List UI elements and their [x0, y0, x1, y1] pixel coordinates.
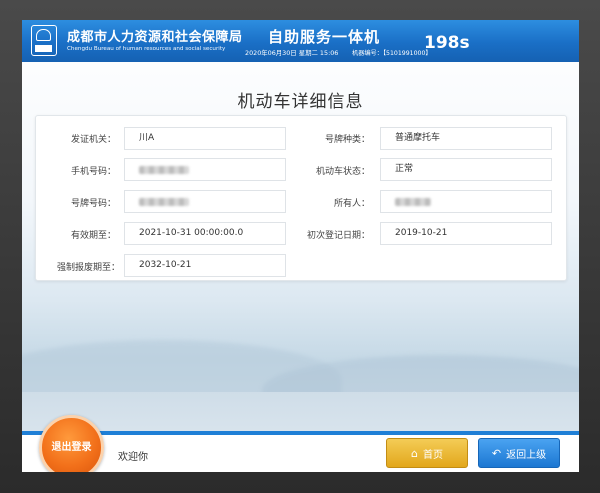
vehicle-info-panel: 发证机关： 川A 号牌种类： 普通摩托车 手机号码： 机动车状态： 正常 号牌号… — [35, 115, 567, 281]
field-label-owner: 所有人： — [333, 199, 370, 209]
back-button-label: 返回上级 — [506, 449, 547, 461]
field-value-vehicle-status: 正常 — [380, 158, 552, 181]
field-value-plate-no — [124, 190, 286, 213]
field-value-scrap-deadline: 2032-10-21 — [124, 254, 286, 277]
home-button[interactable]: ⌂ 首页 — [386, 438, 468, 468]
home-button-label: 首页 — [422, 449, 443, 461]
field-label-scrap-deadline: 强制报废期至： — [56, 263, 120, 273]
back-arrow-icon: ↶ — [491, 446, 502, 460]
countdown-timer: 198s — [424, 33, 470, 53]
kiosk-screen: 成都市人力资源和社会保障局 Chengdu Bureau of human re… — [22, 20, 579, 472]
service-title: 自助服务一体机 — [268, 28, 381, 46]
field-value-owner — [380, 190, 552, 213]
redacted-plate-no — [139, 198, 189, 206]
field-label-phone: 手机号码： — [70, 167, 116, 177]
datetime: 2020年06月30日 星期二 15:06 — [245, 49, 339, 57]
redacted-phone — [139, 166, 189, 174]
field-label-issuing-authority: 发证机关： — [70, 135, 116, 145]
machine-label: 机器编号： — [352, 50, 383, 57]
logout-button[interactable]: 退出登录 — [39, 415, 104, 472]
bureau-logo-icon — [31, 25, 57, 56]
page-title: 机动车详细信息 — [237, 92, 364, 112]
back-button[interactable]: ↶ 返回上级 — [478, 438, 560, 468]
org-name-en: Chengdu Bureau of human resources and so… — [67, 46, 226, 52]
welcome-text: 欢迎你 — [118, 452, 148, 463]
field-label-first-reg-date: 初次登记日期： — [306, 231, 370, 241]
machine-number: 机器编号：【5101991000】 — [352, 48, 432, 57]
field-value-issuing-authority: 川A — [124, 127, 286, 150]
redacted-owner — [395, 198, 431, 206]
org-name: 成都市人力资源和社会保障局 — [67, 30, 243, 45]
field-value-plate-type: 普通摩托车 — [380, 127, 552, 150]
home-icon: ⌂ — [411, 446, 418, 460]
field-label-valid-until: 有效期至： — [70, 231, 116, 241]
field-label-plate-type: 号牌种类： — [324, 135, 370, 145]
field-label-plate-no: 号牌号码： — [70, 199, 116, 209]
field-label-vehicle-status: 机动车状态： — [315, 167, 370, 177]
header-bar: 成都市人力资源和社会保障局 Chengdu Bureau of human re… — [22, 20, 579, 62]
field-value-valid-until: 2021-10-31 00:00:00.0 — [124, 222, 286, 245]
field-value-phone — [124, 158, 286, 181]
field-value-first-reg-date: 2019-10-21 — [380, 222, 552, 245]
